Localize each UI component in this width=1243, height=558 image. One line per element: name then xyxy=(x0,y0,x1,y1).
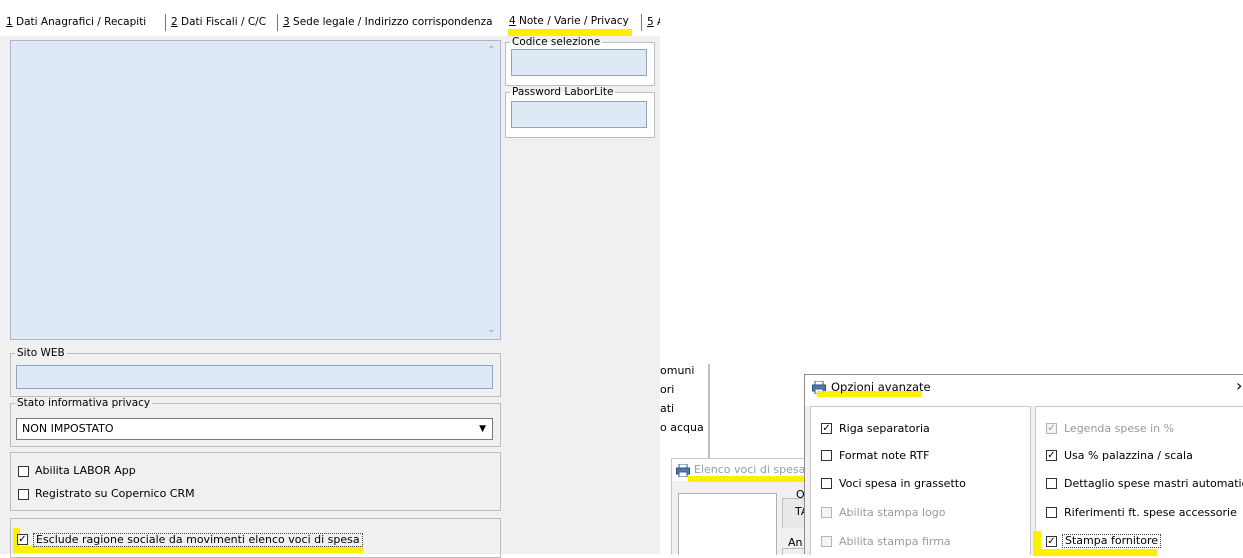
esclude-ragione-sociale-label: Esclude ragione sociale da movimenti ele… xyxy=(33,533,363,547)
dettaglio-spese-mastri-checkbox[interactable] xyxy=(1046,478,1057,489)
riferimenti-spese-accessorie-checkbox[interactable] xyxy=(1046,507,1057,518)
dropdown-arrow-icon[interactable]: ▼ xyxy=(479,419,486,439)
tab-separator xyxy=(641,14,642,31)
password-laborlite-input[interactable] xyxy=(511,101,647,128)
highlight-mark xyxy=(688,476,816,482)
codice-selezione-input[interactable] xyxy=(511,49,647,76)
highlight-mark xyxy=(13,546,363,553)
legenda-spese-checkbox[interactable] xyxy=(1046,423,1057,434)
tab-sede-legale[interactable]: 3 Sede legale / Indirizzo corrispondenza xyxy=(283,16,493,28)
list-item: o acqua xyxy=(660,421,704,434)
tab-separator xyxy=(165,14,166,31)
apps-group xyxy=(10,452,501,511)
privacy-selected-value: NON IMPOSTATO xyxy=(22,422,114,435)
sito-web-input[interactable] xyxy=(16,365,493,389)
voci-spesa-grassetto-checkbox[interactable] xyxy=(821,478,832,489)
opzioni-title: Opzioni avanzate xyxy=(831,380,931,394)
codice-selezione-label: Codice selezione xyxy=(512,36,601,48)
riga-separatoria-label: Riga separatoria xyxy=(839,422,930,435)
usa-palazzina-scala-label: Usa % palazzina / scala xyxy=(1064,449,1193,462)
list-item: ori xyxy=(660,383,675,396)
tab-note-varie-privacy[interactable]: 4 Note / Varie / Privacy xyxy=(509,15,629,27)
elenco-title-bar[interactable]: Elenco voci di spesa xyxy=(672,459,822,482)
privacy-select[interactable]: NON IMPOSTATO ▼ xyxy=(16,418,493,440)
list-item: ati xyxy=(660,402,675,415)
tab-dati-anagrafici[interactable]: 1 Dati Anagrafici / Recapiti xyxy=(6,16,146,28)
abilita-stampa-logo-label: Abilita stampa logo xyxy=(839,506,946,519)
stampa-fornitore-checkbox[interactable] xyxy=(1046,536,1057,547)
legenda-spese-label: Legenda spese in % xyxy=(1064,422,1175,435)
dettaglio-spese-mastri-label: Dettaglio spese mastri automatici xyxy=(1064,477,1243,490)
abilita-labor-app-checkbox[interactable] xyxy=(18,466,29,477)
scroll-up-icon[interactable]: ⌃ xyxy=(486,45,497,56)
elenco-voci-window: Elenco voci di spesa Or TA An xyxy=(671,458,822,555)
note-textarea[interactable]: ⌃ ⌄ xyxy=(10,40,501,340)
tab-5[interactable]: 5 A xyxy=(647,16,660,28)
abilita-stampa-firma-checkbox[interactable] xyxy=(821,536,832,547)
abilita-stampa-logo-checkbox[interactable] xyxy=(821,507,832,518)
opzioni-avanzate-dialog: Opzioni avanzate › Riga separatoria Form… xyxy=(804,374,1243,556)
riga-separatoria-checkbox[interactable] xyxy=(821,423,832,434)
tab-dati-fiscali[interactable]: 2 Dati Fiscali / C/C xyxy=(171,16,266,28)
highlight-mark xyxy=(508,29,632,36)
password-laborlite-label: Password LaborLite xyxy=(512,86,614,98)
tab-separator xyxy=(277,14,278,31)
copernico-crm-label: Registrato su Copernico CRM xyxy=(35,487,195,500)
elenco-title: Elenco voci di spesa xyxy=(694,463,806,476)
abilita-stampa-firma-label: Abilita stampa firma xyxy=(839,535,951,548)
opzioni-right-column: Legenda spese in % Usa % palazzina / sca… xyxy=(1033,406,1243,556)
highlight-mark xyxy=(1033,531,1041,553)
format-note-rtf-checkbox[interactable] xyxy=(821,450,832,461)
esclude-ragione-sociale-checkbox[interactable] xyxy=(17,534,28,545)
stampa-fornitore-label: Stampa fornitore xyxy=(1062,534,1162,548)
anagrafica-panel: 1 Dati Anagrafici / Recapiti 2 Dati Fisc… xyxy=(0,0,660,558)
voci-spesa-grassetto-label: Voci spesa in grassetto xyxy=(839,477,966,490)
format-note-rtf-label: Format note RTF xyxy=(839,449,930,462)
note-scrollbar[interactable]: ⌃ ⌄ xyxy=(483,41,500,339)
highlight-mark xyxy=(1033,549,1157,556)
privacy-label: Stato informativa privacy xyxy=(17,397,151,409)
abilita-labor-app-label: Abilita LABOR App xyxy=(35,464,136,477)
usa-palazzina-scala-checkbox[interactable] xyxy=(1046,450,1057,461)
tab-bar: 1 Dati Anagrafici / Recapiti 2 Dati Fisc… xyxy=(0,0,660,36)
riferimenti-spese-accessorie-label: Riferimenti ft. spese accessorie xyxy=(1064,506,1237,519)
close-icon[interactable]: › xyxy=(1236,376,1242,395)
list-item: omuni xyxy=(660,364,695,377)
opzioni-body: Riga separatoria Format note RTF Voci sp… xyxy=(805,406,1243,556)
elenco-list[interactable] xyxy=(678,493,777,555)
scroll-down-icon[interactable]: ⌄ xyxy=(486,324,497,335)
sito-web-label: Sito WEB xyxy=(17,347,65,359)
copernico-crm-checkbox[interactable] xyxy=(18,489,29,500)
opzioni-title-bar[interactable]: Opzioni avanzate › xyxy=(805,375,1243,405)
opzioni-left-column: Riga separatoria Format note RTF Voci sp… xyxy=(810,406,1031,555)
